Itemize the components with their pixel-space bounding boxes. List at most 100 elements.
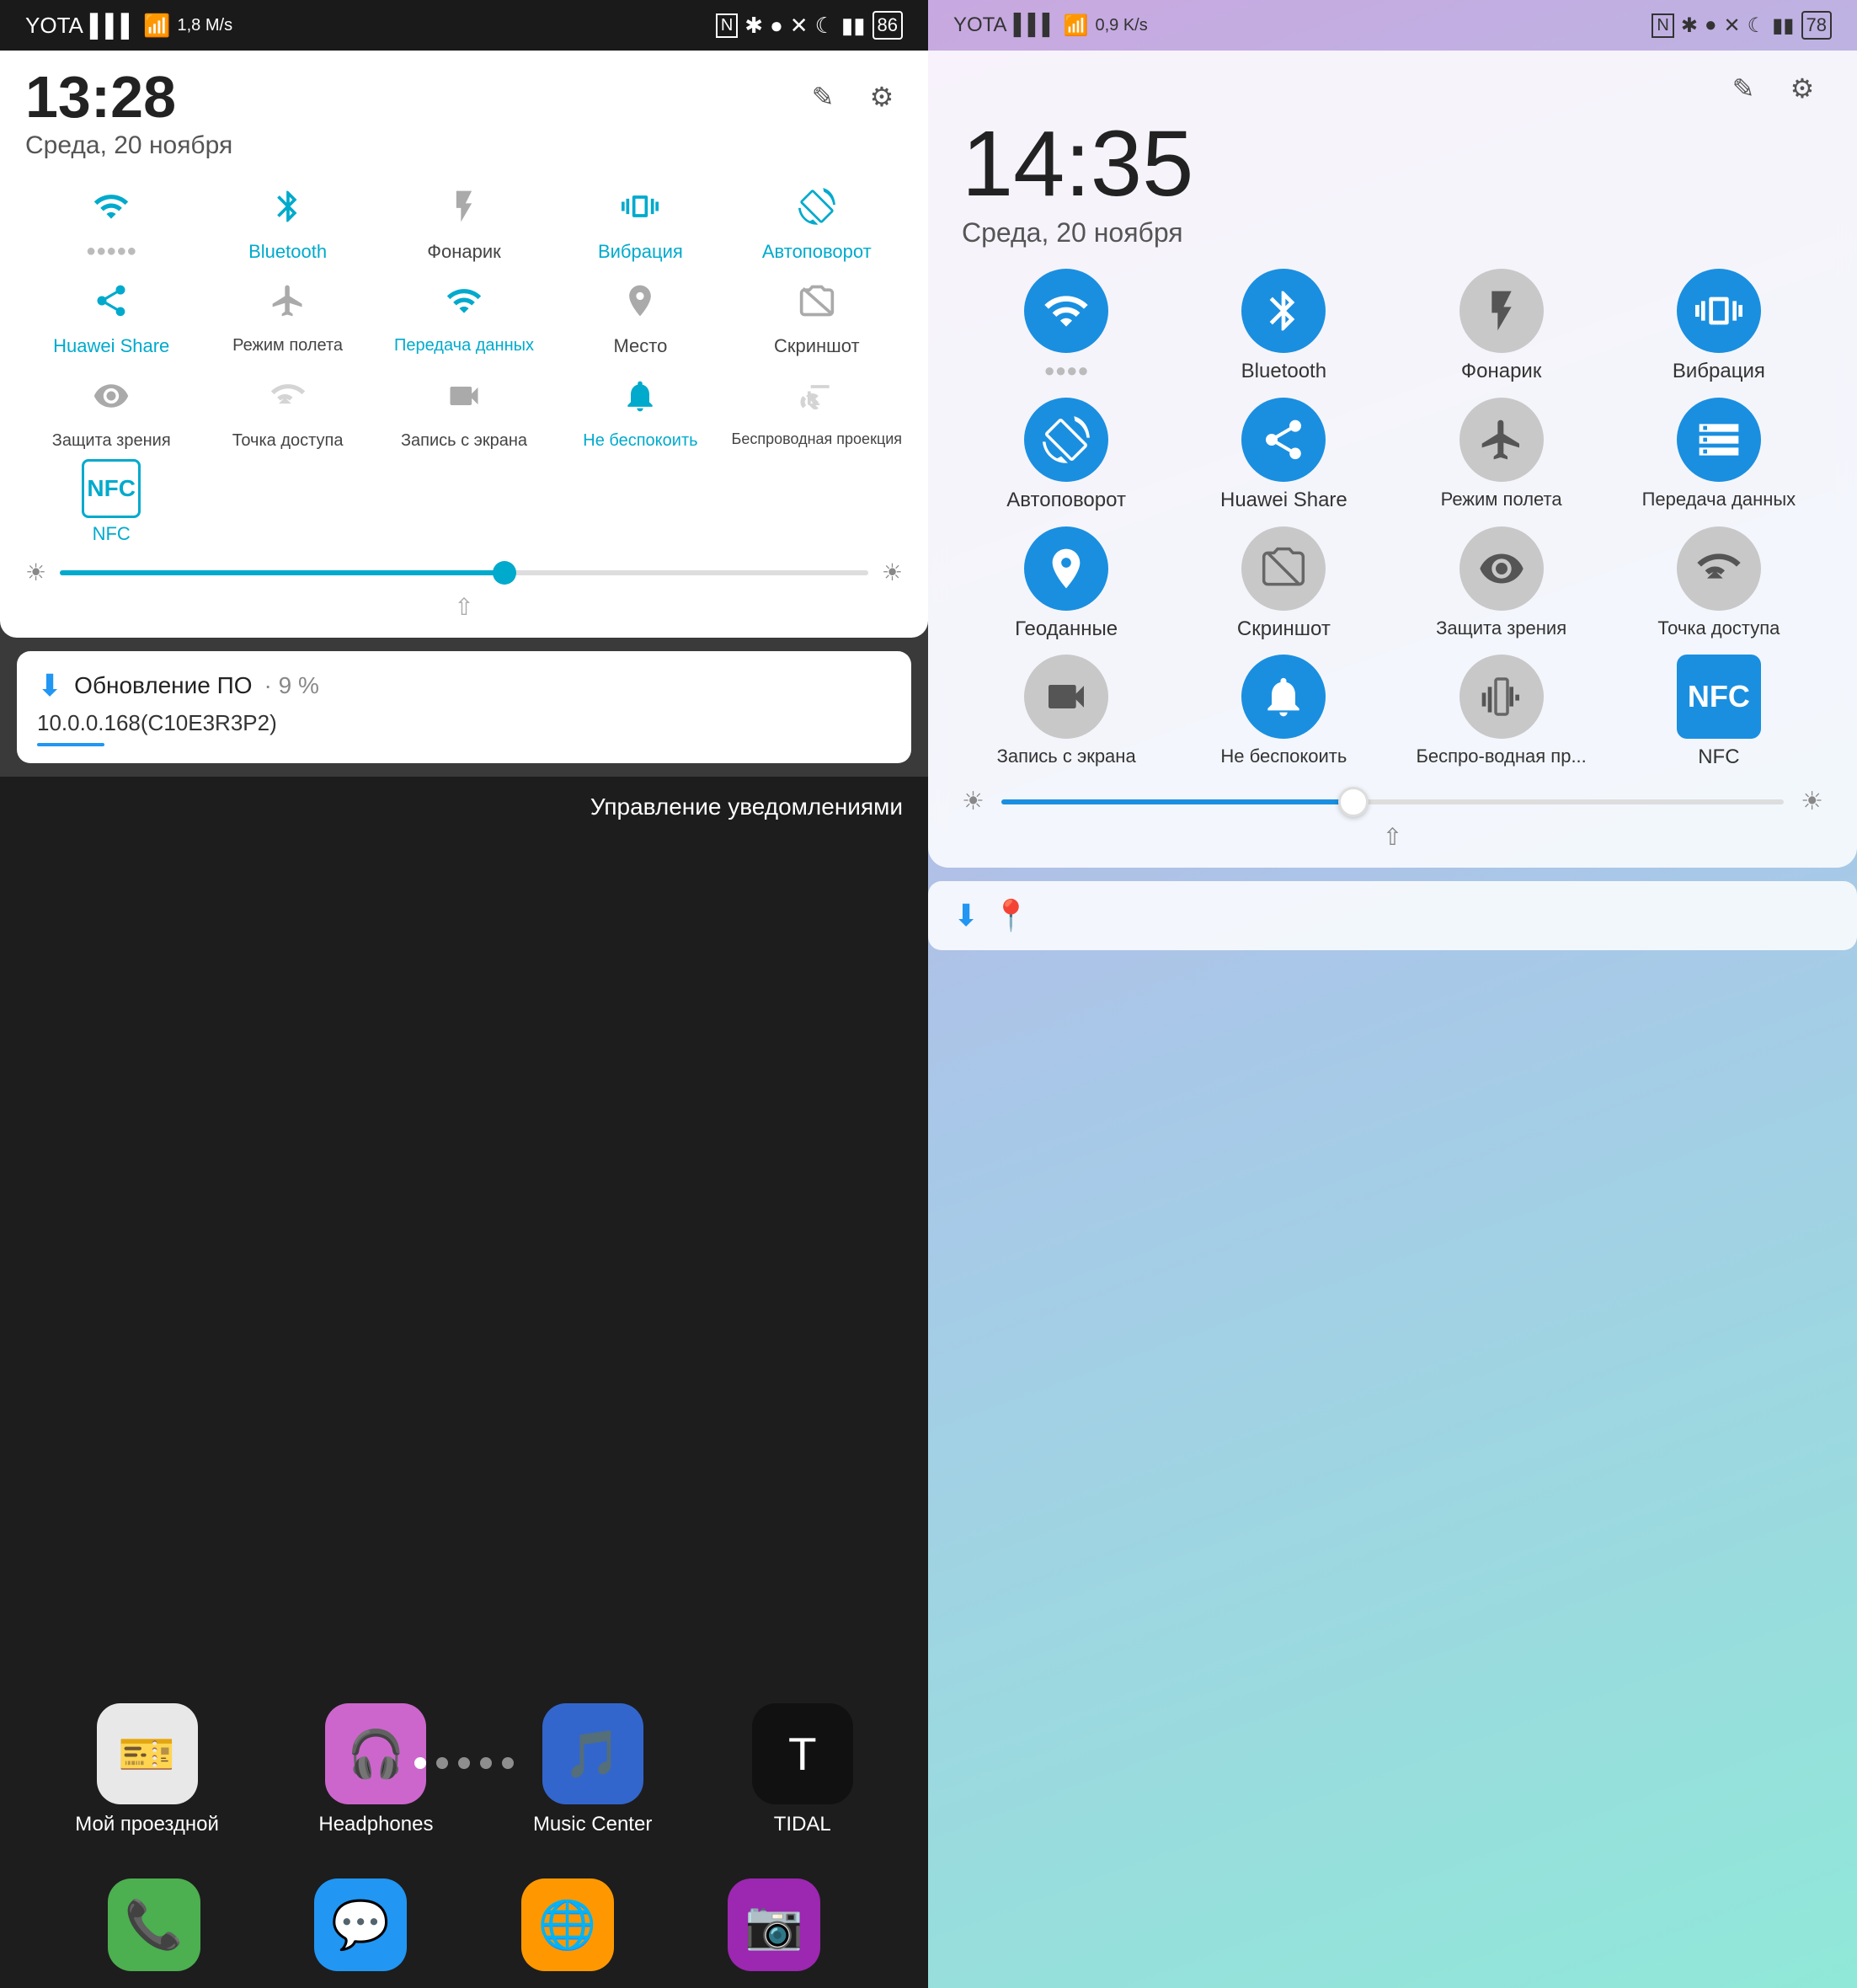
status-bar-right: YOTA ▌▌▌ 📶 0,9 K/s N ✱ ● ✕ ☾ ▮▮ 78 xyxy=(928,0,1857,51)
record-icon-tile-left xyxy=(435,366,494,425)
tile-dnd-left[interactable]: Не беспокоить xyxy=(554,366,726,451)
tile-wireless-left[interactable]: Беспроводная проекция xyxy=(731,366,903,451)
wifi-icon-tile-right xyxy=(1024,269,1108,353)
brightness-track-right[interactable] xyxy=(1001,799,1784,804)
dock-messages-left[interactable]: 💬 xyxy=(314,1878,407,1971)
dnd-icon-tile-left xyxy=(611,366,670,425)
brightness-thumb-right[interactable] xyxy=(1338,787,1369,817)
app-headphones-label-left: Headphones xyxy=(318,1813,433,1836)
battery-right: 78 xyxy=(1801,11,1832,40)
edit-button-right[interactable]: ✎ xyxy=(1722,67,1764,110)
tile-airplane-right[interactable]: Режим полета xyxy=(1397,398,1606,513)
tile-vibration-left[interactable]: Вибрация xyxy=(554,177,726,263)
tile-autorotate-label-right: Автоповорот xyxy=(1006,489,1126,513)
tile-data-right[interactable]: Передача данных xyxy=(1614,398,1823,513)
tile-dnd-right[interactable]: Не беспокоить xyxy=(1179,655,1388,770)
tile-huawei-share-right[interactable]: Huawei Share xyxy=(1179,398,1388,513)
notif-progress-left xyxy=(37,743,104,746)
bt-icon-right: ✱ xyxy=(1681,13,1698,38)
tile-autorotate-label-left: Автоповорот xyxy=(762,241,872,263)
brightness-track-left[interactable] xyxy=(60,570,868,575)
notif-title-left: Обновление ПО xyxy=(74,672,252,699)
tile-autorotate-right[interactable]: Автоповорот xyxy=(962,398,1171,513)
nfc-icon-right: N xyxy=(1652,13,1673,38)
tile-hotspot-left[interactable]: Точка доступа xyxy=(201,366,373,451)
tile-bluetooth-right[interactable]: Bluetooth xyxy=(1179,269,1388,384)
data-icon-tile-left xyxy=(435,271,494,330)
settings-button-right[interactable]: ⚙ xyxy=(1781,67,1823,110)
tile-flashlight-right[interactable]: Фонарик xyxy=(1397,269,1606,384)
hotspot-icon-tile-right xyxy=(1677,526,1761,611)
tile-wifi-left[interactable]: ●●●●● xyxy=(25,177,197,263)
flashlight-icon-tile-right xyxy=(1459,269,1544,353)
dock-left: 📞 💬 🌐 📷 xyxy=(0,1878,928,1971)
autorotate-icon-tile-left xyxy=(787,177,846,236)
tile-hotspot-right[interactable]: Точка доступа xyxy=(1614,526,1823,642)
edit-button-left[interactable]: ✎ xyxy=(802,76,844,118)
tile-screenshot-right[interactable]: Скриншот xyxy=(1179,526,1388,642)
autorotate-icon-tile-right xyxy=(1024,398,1108,482)
qs-grid-left: ●●●●● Bluetooth Фонарик Ви xyxy=(25,177,903,545)
tile-bluetooth-label-right: Bluetooth xyxy=(1241,360,1326,384)
notif-row-left: ⬇ Обновление ПО · 9 % xyxy=(37,668,891,703)
phone-left: YOTA ▌▌▌ 📶 1,8 M/s N ✱ ● ✕ ☾ ▮▮ 86 13:28… xyxy=(0,0,928,1988)
phone-right: YOTA ▌▌▌ 📶 0,9 K/s N ✱ ● ✕ ☾ ▮▮ 78 ✎ ⚙ 1… xyxy=(928,0,1857,1988)
location-icon-tile-left xyxy=(611,271,670,330)
qs-chevron-left[interactable]: ⇧ xyxy=(25,593,903,621)
app-music-center-left[interactable]: 🎵 Music Center xyxy=(533,1703,652,1836)
tile-location-left[interactable]: Место xyxy=(554,271,726,357)
tile-vibration-label-left: Вибрация xyxy=(598,241,683,263)
huawei-share-icon-tile-left xyxy=(82,271,141,330)
dock-browser-left[interactable]: 🌐 xyxy=(521,1878,614,1971)
app-my-pass-left[interactable]: 🎫 Мой проездной xyxy=(75,1703,219,1836)
tile-wireless-right[interactable]: Беспро-водная пр... xyxy=(1397,655,1606,770)
app-tidal-left[interactable]: T TIDAL xyxy=(752,1703,853,1836)
tile-bluetooth-left[interactable]: Bluetooth xyxy=(201,177,373,263)
tile-flashlight-left[interactable]: Фонарик xyxy=(378,177,550,263)
tile-record-left[interactable]: Запись с экрана xyxy=(378,366,550,451)
tile-geo-right[interactable]: Геоданные xyxy=(962,526,1171,642)
brightness-low-icon-right: ☀ xyxy=(962,787,985,816)
huawei-share-icon-tile-right xyxy=(1241,398,1326,482)
brightness-high-icon-left: ☀ xyxy=(882,558,903,586)
tile-wireless-label-left: Беспроводная проекция xyxy=(732,430,903,449)
date-right: Среда, 20 ноября xyxy=(962,217,1823,248)
notification-card-left[interactable]: ⬇ Обновление ПО · 9 % 10.0.0.168(C10E3R3… xyxy=(17,651,911,763)
tile-airplane-left[interactable]: Режим полета xyxy=(201,271,373,357)
settings-button-left[interactable]: ⚙ xyxy=(861,76,903,118)
tile-nfc-label-left: NFC xyxy=(93,523,131,545)
notif-percent-left: · 9 % xyxy=(264,672,319,699)
app-headphones-left[interactable]: 🎧 Headphones xyxy=(318,1703,433,1836)
brightness-thumb-left[interactable] xyxy=(493,561,516,585)
hotspot-icon-tile-left xyxy=(259,366,318,425)
notification-bottom-right[interactable]: ⬇ 📍 xyxy=(928,881,1857,950)
manage-notifications-left[interactable]: Управление уведомлениями xyxy=(590,794,903,820)
dot-4 xyxy=(480,1757,492,1769)
tile-autorotate-left[interactable]: Автоповорот xyxy=(731,177,903,263)
dock-phone-left[interactable]: 📞 xyxy=(108,1878,200,1971)
tile-data-left[interactable]: Передача данных xyxy=(378,271,550,357)
app-tidal-icon-left: T xyxy=(752,1703,853,1804)
geo-icon-tile-right xyxy=(1024,526,1108,611)
tile-eye-left[interactable]: Защита зрения xyxy=(25,366,197,451)
tile-record-right[interactable]: Запись с экрана xyxy=(962,655,1171,770)
app-music-center-icon-left: 🎵 xyxy=(542,1703,643,1804)
qs-chevron-right[interactable]: ⇧ xyxy=(962,823,1823,851)
flashlight-icon-tile-left xyxy=(435,177,494,236)
dock-camera-left[interactable]: 📷 xyxy=(728,1878,820,1971)
brightness-high-icon-right: ☀ xyxy=(1801,787,1823,816)
tile-flashlight-label-right: Фонарик xyxy=(1461,360,1541,384)
tile-nfc-right[interactable]: NFC NFC xyxy=(1614,655,1823,770)
tile-huawei-share-left[interactable]: Huawei Share xyxy=(25,271,197,357)
tile-nfc-left[interactable]: NFC NFC xyxy=(25,459,197,545)
tile-dnd-label-right: Не беспокоить xyxy=(1220,746,1347,767)
mute-icon-right: ✕ xyxy=(1723,13,1740,38)
tile-location-label-left: Место xyxy=(613,335,667,357)
tile-eye-right[interactable]: Защита зрения xyxy=(1397,526,1606,642)
time-right: 14:35 xyxy=(962,118,1823,211)
mute-icon-left: ✕ xyxy=(790,13,808,39)
page-dots-left xyxy=(0,1757,928,1769)
tile-wifi-right[interactable]: ●●●● xyxy=(962,269,1171,384)
tile-screenshot-left[interactable]: Скриншот xyxy=(731,271,903,357)
tile-vibration-right[interactable]: Вибрация xyxy=(1614,269,1823,384)
